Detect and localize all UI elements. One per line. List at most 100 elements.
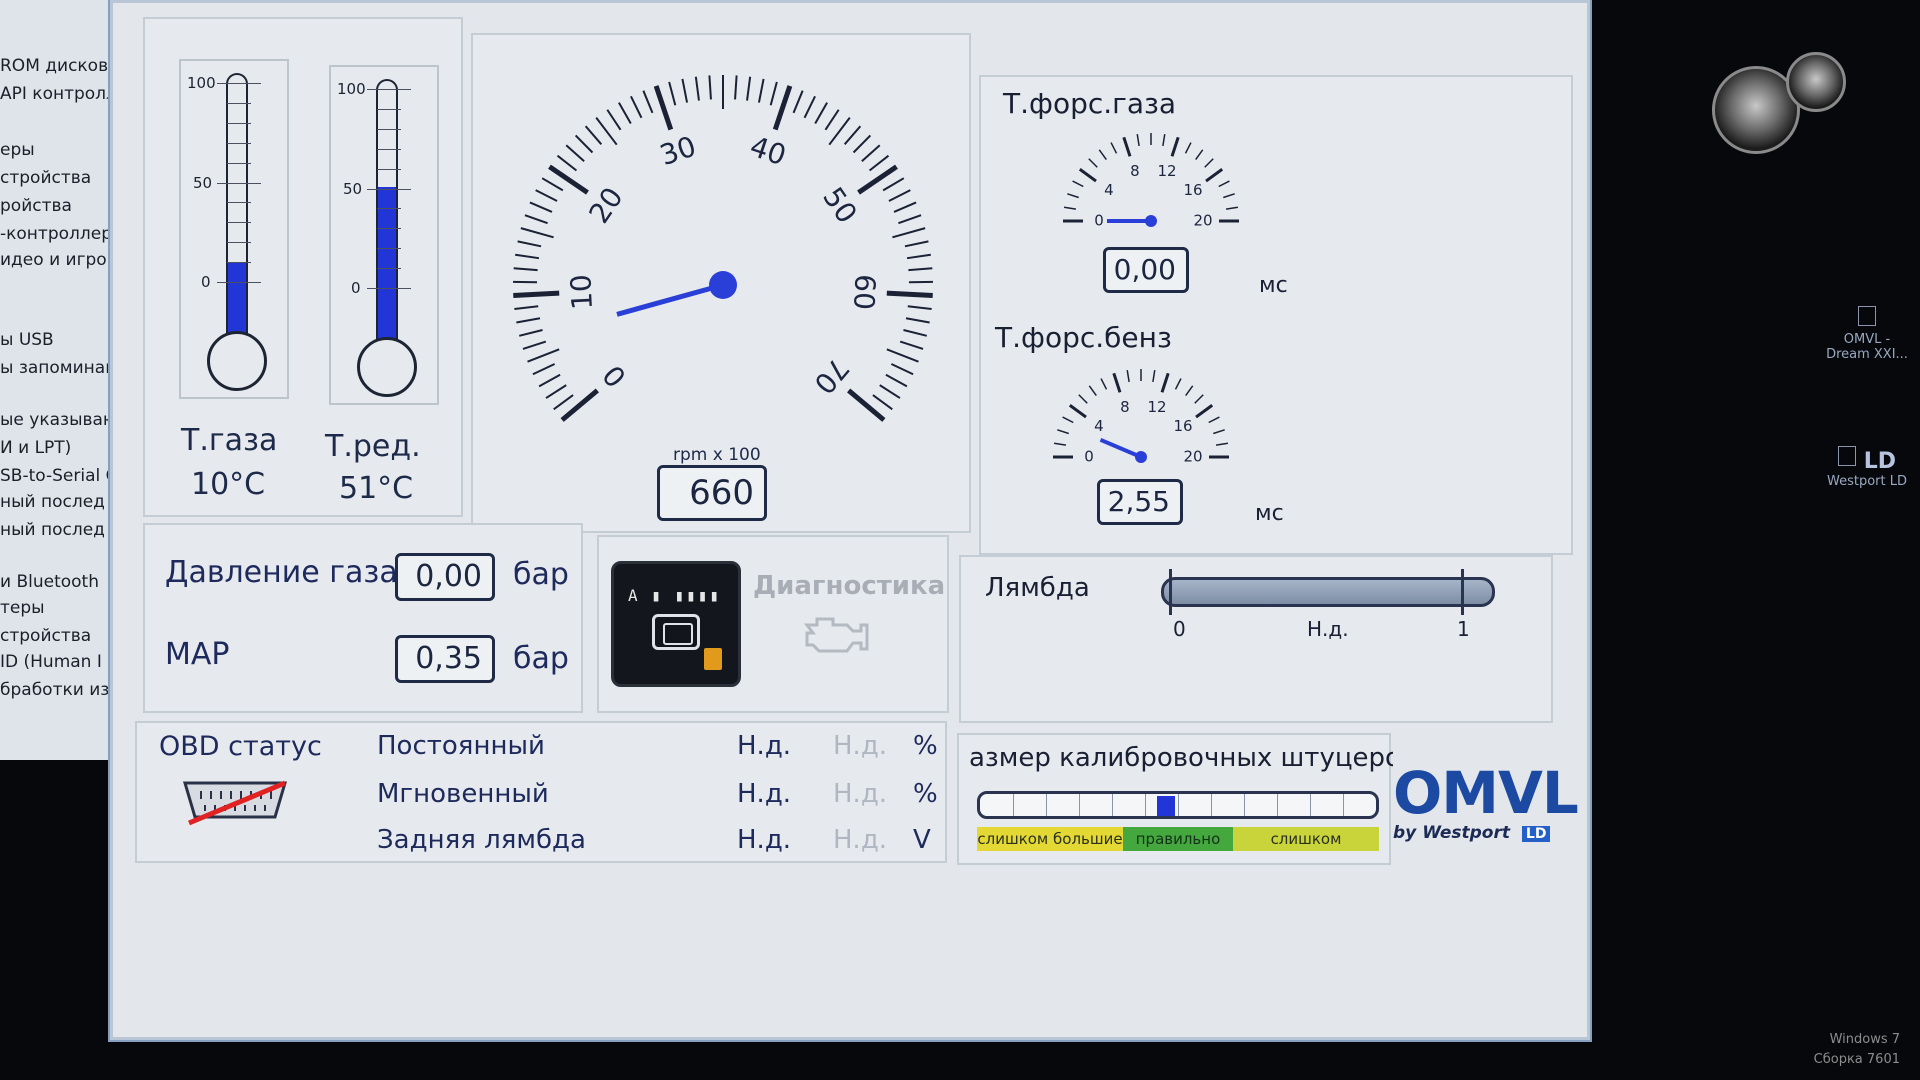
rpm-tick (892, 227, 926, 239)
fuel-switch-button[interactable]: A ▮ ▮▮▮▮ (611, 561, 741, 687)
injection-tick (1215, 442, 1229, 446)
thermometer-tick (217, 83, 261, 84)
background-list-item[interactable]: ые указываю (0, 410, 117, 430)
petrol-injection-unit: мс (1255, 501, 1284, 526)
injection-needle-hub (1145, 215, 1157, 227)
thermometer-tick (227, 242, 251, 244)
injection-tick (1194, 394, 1204, 404)
obd-status-label: OBD статус (159, 731, 322, 762)
rpm-tick (734, 75, 738, 100)
rpm-tick (886, 348, 919, 363)
background-list-item[interactable]: ы запоминак (0, 358, 115, 378)
thermometer-tick-label: 100 (337, 80, 366, 98)
gas-pressure-label: Давление газа (165, 555, 398, 590)
rpm-tick (890, 363, 914, 376)
thermometer-tick (367, 288, 411, 290)
injection-tick-label: 12 (1148, 398, 1167, 416)
rpm-tick (529, 201, 553, 213)
rpm-tick (908, 267, 933, 272)
rpm-tick (541, 177, 564, 192)
background-list-item[interactable]: стройства (0, 168, 91, 188)
injection-tick (1225, 206, 1239, 210)
thermometer-tick (377, 148, 401, 150)
background-list-item[interactable]: И и LPT) (0, 438, 71, 458)
calibration-segment (1079, 794, 1080, 816)
injection-tick (1170, 136, 1180, 157)
calibration-bar (977, 791, 1379, 819)
rpm-tick (888, 189, 911, 202)
background-list-item[interactable]: ройства (0, 196, 72, 216)
thermometer-tick (377, 108, 401, 110)
rpm-tick (642, 90, 654, 114)
rpm-tick (545, 384, 567, 399)
thermometer-tick (377, 248, 401, 250)
rpm-value: 660 (657, 465, 767, 521)
injection-tick-label: 0 (1084, 448, 1094, 466)
os-watermark-line: Сборка 7601 (1813, 1052, 1900, 1067)
background-list-item[interactable]: бработки из (0, 680, 109, 700)
injection-tick (1152, 369, 1156, 383)
rpm-tick (606, 109, 622, 131)
lambda-panel: Лямбда 0 Н.д. 1 (959, 555, 1553, 723)
background-list-item[interactable]: идео и игров (0, 250, 117, 270)
desktop-gauge-widget-small[interactable] (1786, 52, 1846, 112)
rpm-tick (574, 134, 594, 154)
background-list-item[interactable]: SB-to-Serial C (0, 466, 117, 486)
injection-tick (1068, 404, 1087, 419)
thermometer-fill (378, 186, 396, 347)
gas-injection-value: 0,00 (1103, 247, 1189, 293)
background-list-item[interactable]: ный послед (0, 520, 105, 540)
lambda-zero-marker (1169, 569, 1172, 615)
background-list-item[interactable]: и Bluetooth (0, 572, 99, 592)
thermometer-tick (217, 282, 261, 284)
calibration-segment (1178, 794, 1179, 816)
background-list-item[interactable]: -контроллер (0, 224, 112, 244)
rpm-tick (847, 388, 886, 422)
map-value: 0,35 (395, 635, 495, 683)
rpm-tick-label: 40 (746, 130, 790, 173)
rpm-tick (882, 177, 905, 192)
injection-tick (1136, 133, 1140, 147)
injection-needle (1099, 438, 1142, 459)
rpm-tick (565, 144, 585, 162)
lambda-max-label: 1 (1457, 617, 1470, 641)
os-watermark: Windows 7 Сборка 7601 (1790, 1030, 1900, 1070)
thermometer-tick (227, 262, 251, 264)
calibration-segment (1277, 794, 1278, 816)
petrol-injection-value: 2,55 (1097, 479, 1183, 525)
desktop-icon-omvl[interactable]: OMVL - Dream XXI... (1812, 306, 1920, 362)
background-list-item[interactable]: стройства (0, 626, 91, 646)
rpm-tick (513, 290, 560, 298)
injection-time-panel: Т.форс.газа 0 4 8 12 16 20 0,00 мс Т.форс.бен… (979, 75, 1573, 555)
rpm-tick (861, 144, 881, 162)
rpm-tick (584, 125, 603, 145)
background-list-item[interactable]: ы USB (0, 330, 54, 350)
calibration-segment (1145, 794, 1146, 816)
calibration-panel: азмер калибровочных штуцеро слишком боль… (957, 733, 1393, 865)
thermometer-tick (227, 202, 251, 204)
background-list-item[interactable]: API контролл (0, 84, 117, 104)
rpm-tick (560, 388, 599, 422)
background-list-item[interactable]: ный послед (0, 492, 105, 512)
obd-row-value-secondary: Н.д. (833, 731, 888, 761)
thermometer-tick (377, 208, 401, 210)
gas-pressure-unit: бар (513, 557, 569, 592)
rpm-panel: 0 10 20 30 40 50 60 70 rpm x 100 660 (471, 33, 971, 533)
fuel-switch-key-icon (652, 614, 700, 650)
background-list-item[interactable]: еры (0, 140, 35, 160)
rpm-tick (769, 81, 778, 106)
map-unit: бар (513, 641, 569, 676)
lambda-one-marker (1461, 569, 1464, 615)
thermometer-tick (227, 142, 251, 144)
injection-tick (1208, 416, 1220, 424)
reducer-temperature-thermometer: 0 50 100 (329, 65, 439, 405)
background-list-item[interactable]: ID (Human I (0, 652, 102, 672)
injection-tick (1160, 372, 1170, 393)
background-list-item[interactable]: теры (0, 598, 45, 618)
obd-row-value: Н.д. (737, 731, 792, 761)
injection-tick-label: 20 (1193, 212, 1212, 230)
injection-tick-label: 4 (1104, 181, 1114, 199)
desktop-icon-ld[interactable]: LD Westport LD (1812, 446, 1920, 489)
obd-row-label: Задняя лямбда (377, 825, 586, 855)
rpm-tick (517, 240, 542, 248)
